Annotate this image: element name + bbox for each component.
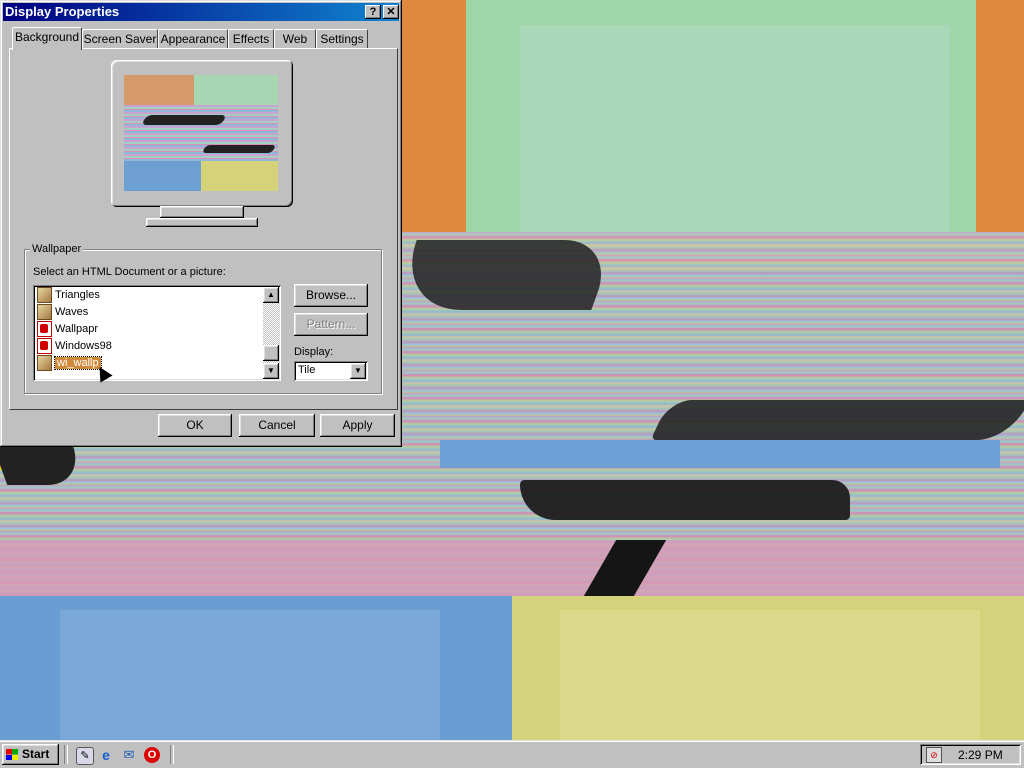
wallpaper-preview-screen bbox=[124, 75, 278, 191]
html-document-icon bbox=[37, 304, 52, 321]
scroll-up-icon[interactable]: ▲ bbox=[263, 287, 279, 303]
list-item[interactable]: Waves bbox=[37, 304, 88, 321]
list-item[interactable]: Windows98 bbox=[37, 338, 112, 355]
list-item[interactable]: Wallpapr bbox=[37, 321, 98, 338]
pattern-button[interactable]: Pattern... bbox=[294, 313, 368, 336]
internet-explorer-icon[interactable]: e bbox=[98, 747, 114, 763]
ok-button[interactable]: OK bbox=[158, 414, 232, 437]
display-properties-window: Display Properties ? ✕ Background Screen… bbox=[0, 0, 402, 447]
outlook-express-icon[interactable]: ✉ bbox=[121, 747, 137, 763]
display-select[interactable]: Tile ▼ bbox=[294, 361, 368, 381]
windows-logo-icon bbox=[6, 749, 18, 760]
taskbar-divider bbox=[64, 745, 68, 764]
tab-screen-saver[interactable]: Screen Saver bbox=[82, 29, 158, 49]
browse-button[interactable]: Browse... bbox=[294, 284, 368, 307]
scroll-down-icon[interactable]: ▼ bbox=[263, 363, 279, 379]
wallpaper-group-label: Wallpaper bbox=[30, 243, 84, 255]
show-desktop-icon[interactable]: ✎ bbox=[76, 747, 94, 765]
tab-web[interactable]: Web bbox=[274, 29, 316, 49]
window-title: Display Properties bbox=[5, 4, 120, 19]
html-document-icon bbox=[37, 355, 52, 372]
scheduler-icon[interactable]: ⊘ bbox=[926, 747, 942, 763]
wallpaper-list[interactable]: Triangles Waves Wallpapr Windows98 wi_wa… bbox=[33, 285, 281, 381]
title-bar[interactable]: Display Properties ? ✕ bbox=[3, 3, 399, 21]
wallpaper-instruction: Select an HTML Document or a picture: bbox=[33, 266, 226, 278]
list-scrollbar[interactable]: ▲ ▼ bbox=[263, 287, 279, 379]
start-button[interactable]: Start bbox=[2, 744, 59, 765]
apply-button[interactable]: Apply bbox=[320, 414, 395, 437]
close-button[interactable]: ✕ bbox=[383, 5, 399, 19]
tab-background[interactable]: Background bbox=[12, 27, 82, 50]
chevron-down-icon[interactable]: ▼ bbox=[350, 363, 366, 379]
display-select-value: Tile bbox=[298, 364, 316, 376]
tab-effects[interactable]: Effects bbox=[228, 29, 274, 49]
display-label: Display: bbox=[294, 346, 334, 358]
picture-icon bbox=[37, 338, 52, 355]
cancel-button[interactable]: Cancel bbox=[239, 414, 315, 437]
picture-icon bbox=[37, 321, 52, 338]
list-item-selected[interactable]: wi_wallp bbox=[37, 355, 102, 372]
tab-appearance[interactable]: Appearance bbox=[158, 29, 228, 49]
html-document-icon bbox=[37, 287, 52, 304]
taskbar: Start ✎ e ✉ O ⊘ 2:29 PM bbox=[0, 740, 1024, 768]
monitor-preview bbox=[111, 60, 293, 207]
opera-icon[interactable]: O bbox=[144, 747, 160, 763]
list-item[interactable]: Triangles bbox=[37, 287, 100, 304]
taskbar-divider bbox=[170, 745, 174, 764]
monitor-stand bbox=[160, 206, 244, 218]
help-button[interactable]: ? bbox=[365, 5, 381, 19]
tab-settings[interactable]: Settings bbox=[316, 29, 368, 49]
monitor-base bbox=[146, 218, 258, 227]
clock[interactable]: 2:29 PM bbox=[958, 748, 1003, 762]
scroll-thumb[interactable] bbox=[263, 345, 279, 361]
system-tray: ⊘ 2:29 PM bbox=[920, 744, 1021, 765]
